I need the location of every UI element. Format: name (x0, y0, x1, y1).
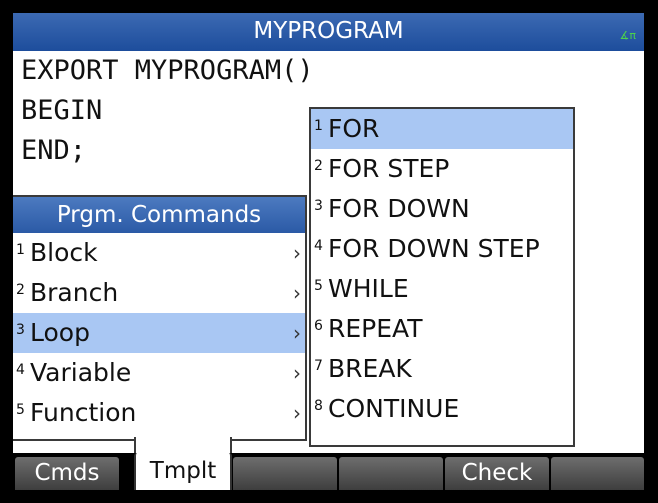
code-line[interactable]: END; (21, 131, 314, 171)
item-label: Function (30, 398, 137, 427)
item-label: REPEAT (328, 314, 423, 343)
item-number: 4 (314, 238, 323, 254)
submenu-item-while[interactable]: 5 WHILE (311, 269, 573, 309)
item-number: 8 (314, 398, 323, 414)
program-title: MYPROGRAM (253, 18, 404, 44)
submenu-item-break[interactable]: 7 BREAK (311, 349, 573, 389)
softkey-tmplt[interactable]: Tmplt (134, 453, 232, 490)
submenu-item-repeat[interactable]: 6 REPEAT (311, 309, 573, 349)
submenu-item-for-down-step[interactable]: 4 FOR DOWN STEP (311, 229, 573, 269)
menu-item-function[interactable]: 5 Function › (13, 393, 305, 433)
loop-submenu: 1 FOR 2 FOR STEP 3 FOR DOWN 4 FOR DOWN STEP … (309, 107, 575, 447)
submenu-item-for-down[interactable]: 3 FOR DOWN (311, 189, 573, 229)
softkey-check[interactable]: Check (445, 457, 549, 490)
item-number: 3 (16, 322, 25, 338)
item-label: FOR DOWN (328, 194, 470, 223)
submenu-item-for[interactable]: 1 FOR (311, 109, 573, 149)
softkey-cmds[interactable]: Cmds (15, 457, 119, 490)
chevron-right-icon: › (293, 241, 301, 265)
softkey-6[interactable] (551, 457, 644, 490)
item-label: Loop (30, 318, 90, 347)
chevron-right-icon: › (293, 321, 301, 345)
item-label: Block (30, 238, 98, 267)
commands-menu: Prgm. Commands 1 Block › 2 Branch › 3 Loop … (13, 195, 307, 441)
program-editor[interactable]: EXPORT MYPROGRAM() BEGIN END; (21, 51, 314, 171)
item-number: 4 (16, 362, 25, 378)
item-number: 2 (16, 282, 25, 298)
item-label: CONTINUE (328, 394, 460, 423)
item-number: 1 (314, 118, 323, 134)
menu-item-block[interactable]: 1 Block › (13, 233, 305, 273)
menu-item-loop[interactable]: 3 Loop › (13, 313, 305, 353)
commands-menu-header: Prgm. Commands (13, 197, 305, 233)
item-label: FOR (328, 114, 380, 143)
menu-item-variable[interactable]: 4 Variable › (13, 353, 305, 393)
title-bar: MYPROGRAM ∡π (13, 13, 644, 51)
chevron-right-icon: › (293, 401, 301, 425)
menu-item-branch[interactable]: 2 Branch › (13, 273, 305, 313)
item-label: BREAK (328, 354, 412, 383)
code-line[interactable]: BEGIN (21, 91, 314, 131)
item-label: Branch (30, 278, 119, 307)
item-label: WHILE (328, 274, 409, 303)
angle-mode-indicator: ∡π (619, 29, 636, 42)
code-line[interactable]: EXPORT MYPROGRAM() (21, 51, 314, 91)
screen: MYPROGRAM ∡π EXPORT MYPROGRAM() BEGIN EN… (13, 13, 644, 490)
item-number: 5 (16, 402, 25, 418)
chevron-right-icon: › (293, 281, 301, 305)
submenu-item-for-step[interactable]: 2 FOR STEP (311, 149, 573, 189)
item-number: 1 (16, 242, 25, 258)
submenu-item-continue[interactable]: 8 CONTINUE (311, 389, 573, 429)
item-label: Variable (30, 358, 132, 387)
item-number: 6 (314, 318, 323, 334)
item-number: 3 (314, 198, 323, 214)
chevron-right-icon: › (293, 361, 301, 385)
item-number: 7 (314, 358, 323, 374)
item-number: 2 (314, 158, 323, 174)
softkey-bar: Cmds Tmplt Check (13, 453, 644, 490)
softkey-3[interactable] (233, 457, 337, 490)
item-number: 5 (314, 278, 323, 294)
item-label: FOR DOWN STEP (328, 234, 540, 263)
calculator-frame: MYPROGRAM ∡π EXPORT MYPROGRAM() BEGIN EN… (0, 0, 658, 503)
softkey-4[interactable] (339, 457, 443, 490)
item-label: FOR STEP (328, 154, 450, 183)
